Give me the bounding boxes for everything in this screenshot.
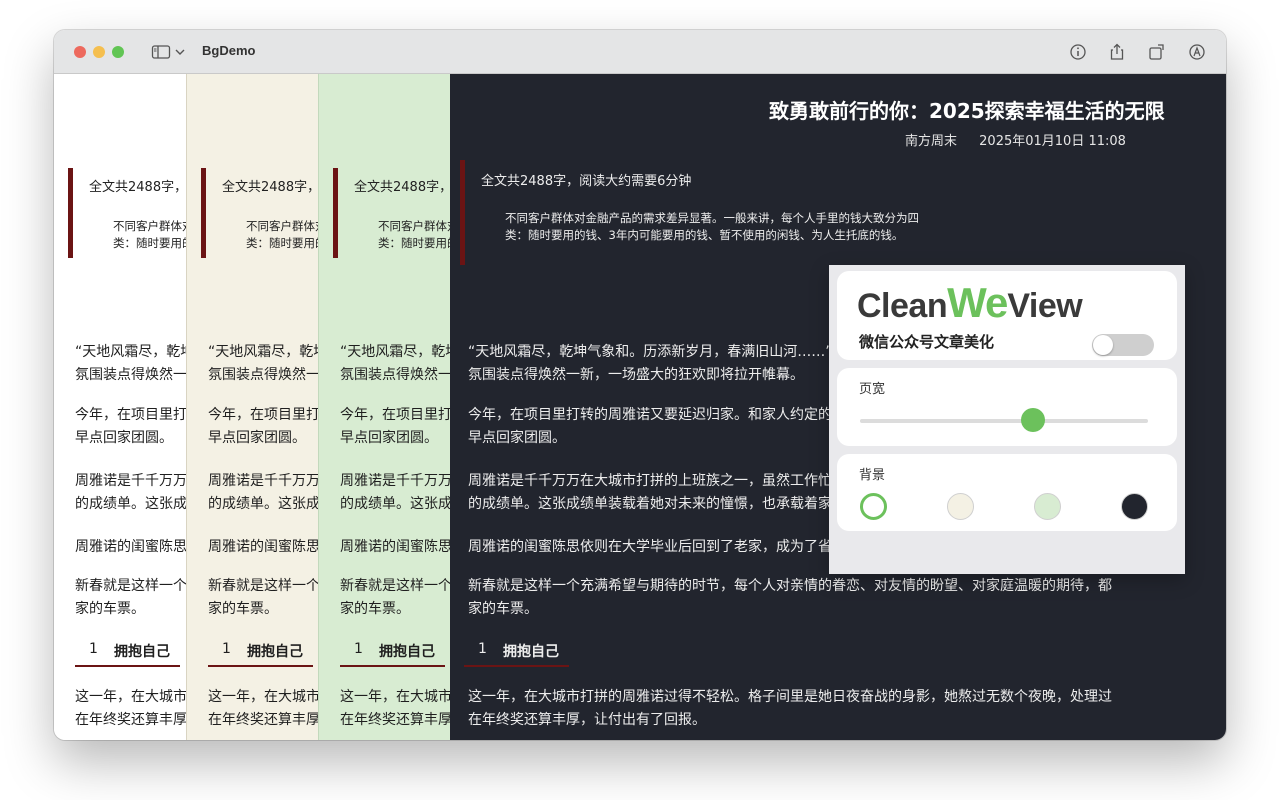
paragraph: 周雅诺是千千万万在大城市打拼的上班族之一，虽然工作忙碌，但她今年终于拿到了期待的… — [208, 473, 319, 512]
page-width-label: 页宽 — [859, 382, 886, 397]
paragraph: 周雅诺的闺蜜陈思依则在大学毕业后回到了老家，成为了省会城市的一名基层公务人员。临… — [75, 539, 186, 555]
summary-box: 全文共2488字，阅读大约需要6分钟 不同客户群体对金融产品的需求差异显著。一般… — [333, 168, 451, 258]
article-date: 2025年01月10日 11:08 — [979, 134, 1126, 149]
preview-panel-white: 全文共2488字，阅读大约需要6分钟 不同客户群体对金融产品的需求差异显著。一般… — [54, 74, 186, 740]
settings-popover: CleanWeView 微信公众号文章美化 页宽 背景 — [829, 265, 1185, 574]
section-heading: 1 拥抱自己 — [340, 641, 445, 667]
section-title: 拥抱自己 — [247, 644, 303, 660]
paragraph: 这一年，在大城市打拼的周雅诺过得不轻松。格子间里是她日夜奋战的身影，她熬过无数个… — [468, 689, 1112, 728]
page-width-slider-thumb[interactable] — [1020, 408, 1045, 432]
paragraph: 这一年，在大城市打拼的周雅诺过得不轻松。格子间里是她日夜奋战的身影，她熬过无数个… — [340, 689, 451, 728]
paragraph: 周雅诺是千千万万在大城市打拼的上班族之一，虽然工作忙碌，但她今年终于拿到了期待的… — [75, 473, 186, 512]
beautify-toggle[interactable] — [1092, 334, 1154, 356]
paragraph: 新春就是这样一个充满希望与期待的时节，每个人对亲情的眷恋、对友情的盼望、对家庭温… — [340, 578, 451, 617]
section-title: 拥抱自己 — [379, 644, 435, 660]
brand-card: CleanWeView 微信公众号文章美化 — [837, 271, 1177, 360]
section-title: 拥抱自己 — [503, 644, 559, 660]
background-swatch-white[interactable] — [860, 493, 887, 520]
paragraph: 周雅诺的闺蜜陈思依则在大学毕业后回到了老家，成为了省会城市的一名基层公务人员。临… — [340, 539, 451, 555]
summary-text: 不同客户群体对金融产品的需求差异显著。一般来讲，每个人手里的钱大致分为四 类：随… — [113, 219, 186, 250]
summary-text: 不同客户群体对金融产品的需求差异显著。一般来讲，每个人手里的钱大致分为四 类：随… — [378, 219, 451, 250]
paragraph: 今年，在项目里打转的周雅诺又要延迟归家。和家人约定的“春节团圆”，成了一句“等我… — [208, 407, 319, 446]
background-swatch-green[interactable] — [1034, 493, 1061, 520]
paragraph: “天地风霜尽，乾坤气象和。历添新岁月，春满旧山河……”随着新春临近，从乡村到城市… — [75, 344, 186, 383]
page-width-card: 页宽 — [837, 368, 1177, 446]
preview-panel-beige: 全文共2488字，阅读大约需要6分钟 不同客户群体对金融产品的需求差异显著。一般… — [186, 74, 319, 740]
share-icon[interactable] — [1107, 42, 1127, 62]
section-heading: 1 拥抱自己 — [464, 641, 569, 667]
summary-title: 全文共2488字，阅读大约需要6分钟 — [481, 174, 692, 189]
section-title: 拥抱自己 — [114, 644, 170, 660]
titlebar: BgDemo — [54, 30, 1226, 74]
summary-box: 全文共2488字，阅读大约需要6分钟 不同客户群体对金融产品的需求差异显著。一般… — [460, 160, 919, 265]
background-swatch-beige[interactable] — [947, 493, 974, 520]
minimize-button[interactable] — [93, 46, 105, 58]
paragraph: 周雅诺是千千万万在大城市打拼的上班族之一，虽然工作忙碌，但她今年终于拿到了期待的… — [340, 473, 451, 512]
summary-text: 不同客户群体对金融产品的需求差异显著。一般来讲，每个人手里的钱大致分为四 类：随… — [505, 211, 919, 242]
paragraph: 今年，在项目里打转的周雅诺又要延迟归家。和家人约定的“春节团圆”，成了一句“等我… — [75, 407, 186, 446]
summary-title: 全文共2488字，阅读大约需要6分钟 — [89, 180, 186, 195]
article-source[interactable]: 南方周末 — [905, 134, 957, 149]
section-number: 1 — [354, 641, 363, 657]
summary-text: 不同客户群体对金融产品的需求差异显著。一般来讲，每个人手里的钱大致分为四 类：随… — [246, 219, 319, 250]
section-number: 1 — [222, 641, 231, 657]
background-label: 背景 — [859, 468, 886, 483]
paragraph: “天地风霜尽，乾坤气象和。历添新岁月，春满旧山河……”随着新春临近，从乡村到城市… — [340, 344, 451, 383]
section-heading: 1 拥抱自己 — [208, 641, 313, 667]
article-title: 致勇敢前行的你：2025探索幸福生活的无限 — [769, 99, 1165, 123]
paragraph: 这一年，在大城市打拼的周雅诺过得不轻松。格子间里是她日夜奋战的身影，她熬过无数个… — [208, 689, 319, 728]
close-button[interactable] — [74, 46, 86, 58]
window-title: BgDemo — [202, 43, 256, 58]
summary-box: 全文共2488字，阅读大约需要6分钟 不同客户群体对金融产品的需求差异显著。一般… — [201, 168, 319, 258]
paragraph: 新春就是这样一个充满希望与期待的时节，每个人对亲情的眷恋、对友情的盼望、对家庭温… — [468, 578, 1112, 617]
beautify-toggle-label: 微信公众号文章美化 — [859, 333, 995, 351]
paragraph: “天地风霜尽，乾坤气象和。历添新岁月，春满旧山河……”随着新春临近，从乡村到城市… — [208, 344, 319, 383]
sidebar-icon[interactable] — [151, 42, 171, 62]
section-number: 1 — [89, 641, 98, 657]
chevron-down-icon[interactable] — [174, 42, 186, 62]
summary-box: 全文共2488字，阅读大约需要6分钟 不同客户群体对金融产品的需求差异显著。一般… — [68, 168, 186, 258]
zoom-button[interactable] — [112, 46, 124, 58]
paragraph: 今年，在项目里打转的周雅诺又要延迟归家。和家人约定的“春节团圆”，成了一句“等我… — [340, 407, 451, 446]
summary-title: 全文共2488字，阅读大约需要6分钟 — [222, 180, 319, 195]
markup-icon[interactable] — [1187, 42, 1207, 62]
cleanweview-logo: CleanWeView — [857, 279, 1083, 326]
paragraph: 周雅诺的闺蜜陈思依则在大学毕业后回到了老家，成为了省会城市的一名基层公务人员。临… — [208, 539, 319, 555]
section-heading: 1 拥抱自己 — [75, 641, 180, 667]
section-number: 1 — [478, 641, 487, 657]
summary-title: 全文共2488字，阅读大约需要6分钟 — [354, 180, 451, 195]
article-meta: 南方周末 2025年01月10日 11:08 — [905, 130, 1126, 149]
paragraph: 新春就是这样一个充满希望与期待的时节，每个人对亲情的眷恋、对友情的盼望、对家庭温… — [208, 578, 319, 617]
info-icon[interactable] — [1068, 42, 1088, 62]
paragraph: 这一年，在大城市打拼的周雅诺过得不轻松。格子间里是她日夜奋战的身影，她熬过无数个… — [75, 689, 186, 728]
background-swatch-dark[interactable] — [1121, 493, 1148, 520]
preview-panel-green: 全文共2488字，阅读大约需要6分钟 不同客户群体对金融产品的需求差异显著。一般… — [318, 74, 451, 740]
background-card: 背景 — [837, 454, 1177, 531]
toggle-knob — [1093, 335, 1113, 355]
page-width-slider[interactable] — [860, 419, 1148, 423]
paragraph: 新春就是这样一个充满希望与期待的时节，每个人对亲情的眷恋、对友情的盼望、对家庭温… — [75, 578, 186, 617]
rotate-icon[interactable] — [1147, 42, 1167, 62]
